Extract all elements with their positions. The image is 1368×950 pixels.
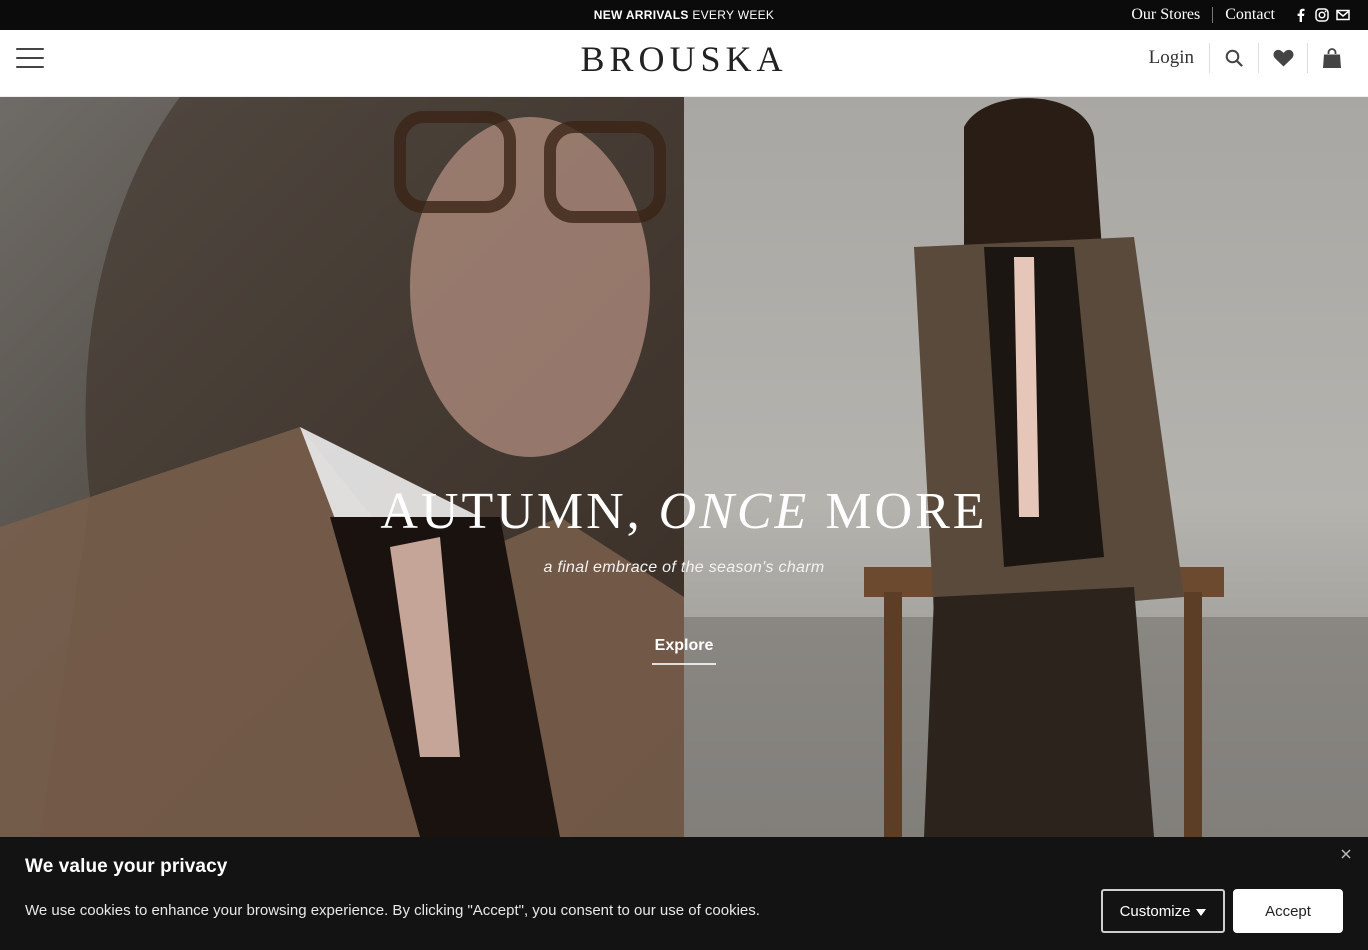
login-link[interactable]: Login xyxy=(1134,47,1209,69)
hero-image-left xyxy=(0,97,684,837)
portrait-illustration xyxy=(0,97,684,837)
contact-link[interactable]: Contact xyxy=(1213,2,1287,28)
promo-rest: EVERY WEEK xyxy=(688,8,775,22)
close-icon[interactable] xyxy=(1338,846,1354,862)
facebook-icon[interactable] xyxy=(1293,8,1308,23)
bag-icon[interactable] xyxy=(1308,42,1356,74)
customize-label: Customize xyxy=(1119,902,1191,920)
hero-title-part-b: MORE xyxy=(809,483,988,540)
hero-title-part-a: AUTUMN, xyxy=(380,483,659,540)
cookie-text: We use cookies to enhance your browsing … xyxy=(25,902,760,919)
customize-button[interactable]: Customize xyxy=(1101,889,1225,933)
top-announcement-bar: NEW ARRIVALS EVERY WEEK Our Stores Conta… xyxy=(0,0,1368,30)
heart-icon[interactable] xyxy=(1259,42,1307,74)
hero-image-right xyxy=(684,97,1368,837)
topbar-links: Our Stores Contact xyxy=(1119,0,1350,30)
social-links xyxy=(1293,8,1350,23)
hero-title: AUTUMN, ONCE MORE xyxy=(0,482,1368,541)
our-stores-link[interactable]: Our Stores xyxy=(1119,2,1212,28)
caret-down-icon xyxy=(1196,903,1207,920)
instagram-icon[interactable] xyxy=(1314,8,1329,23)
hero-subtitle: a final embrace of the season's charm xyxy=(543,559,825,576)
site-header: BROUSKA Login xyxy=(0,30,1368,97)
mail-icon[interactable] xyxy=(1335,8,1350,23)
hero-title-emphasis: ONCE xyxy=(658,483,810,540)
promo-bold: NEW ARRIVALS xyxy=(593,8,689,22)
hero-banner: AUTUMN, ONCE MORE a final embrace of the… xyxy=(0,97,1368,837)
search-icon[interactable] xyxy=(1210,42,1258,74)
header-actions: Login xyxy=(1134,42,1356,74)
explore-button[interactable]: Explore xyxy=(652,637,716,665)
model-illustration xyxy=(684,98,1368,837)
cookie-consent-banner: We value your privacy We use cookies to … xyxy=(0,837,1368,950)
cookie-title: We value your privacy xyxy=(25,856,228,877)
accept-button[interactable]: Accept xyxy=(1233,889,1343,933)
